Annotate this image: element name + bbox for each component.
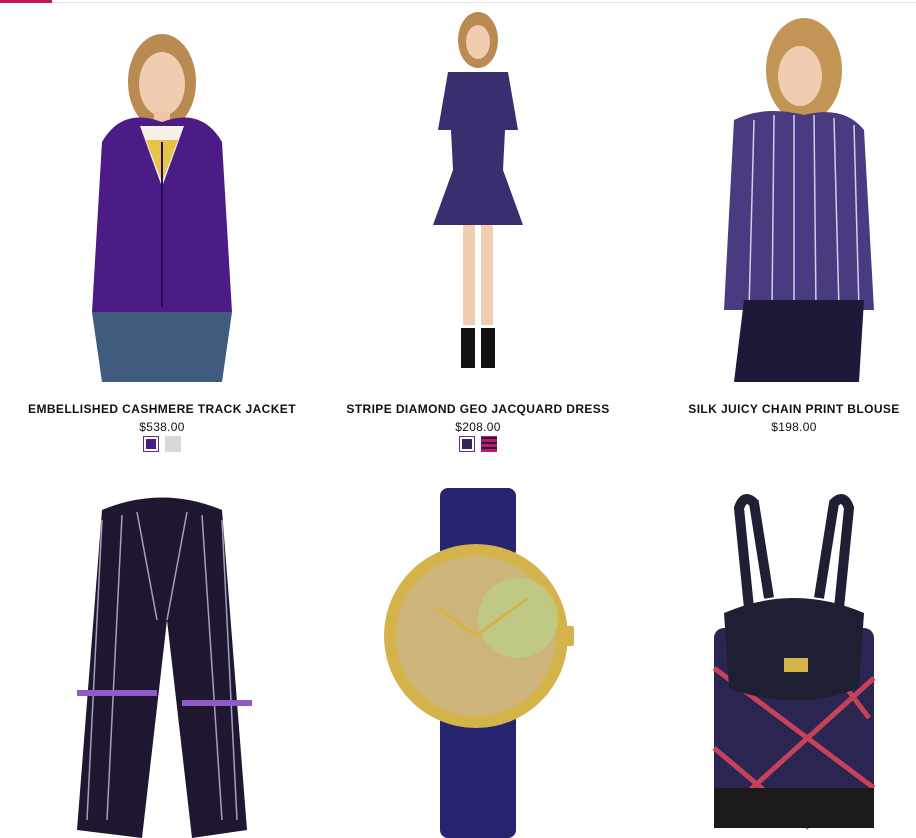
color-swatch-navy[interactable] (459, 436, 475, 452)
product-price: $538.00 (139, 420, 185, 434)
product-name[interactable]: STRIPE DIAMOND GEO JACQUARD DRESS (328, 402, 628, 416)
product-image-chain-blouse[interactable] (694, 10, 894, 382)
product-image-watch[interactable] (378, 488, 578, 838)
color-swatch-purple[interactable] (143, 436, 159, 452)
product-name[interactable]: SILK JUICY CHAIN PRINT BLOUSE (644, 402, 916, 416)
product-price: $208.00 (455, 420, 501, 434)
product-image-scarf[interactable] (62, 490, 262, 838)
product-image-jacquard-dress[interactable] (423, 10, 533, 370)
product-price: $198.00 (771, 420, 817, 434)
product-image-backpack[interactable] (699, 488, 889, 838)
color-swatch-pink[interactable] (481, 436, 497, 452)
product-image-track-jacket[interactable] (82, 12, 242, 382)
product-name[interactable]: EMBELLISHED CASHMERE TRACK JACKET (12, 402, 312, 416)
color-swatch-grey[interactable] (165, 436, 181, 452)
top-accent-bar (0, 0, 52, 3)
top-divider (0, 2, 916, 3)
